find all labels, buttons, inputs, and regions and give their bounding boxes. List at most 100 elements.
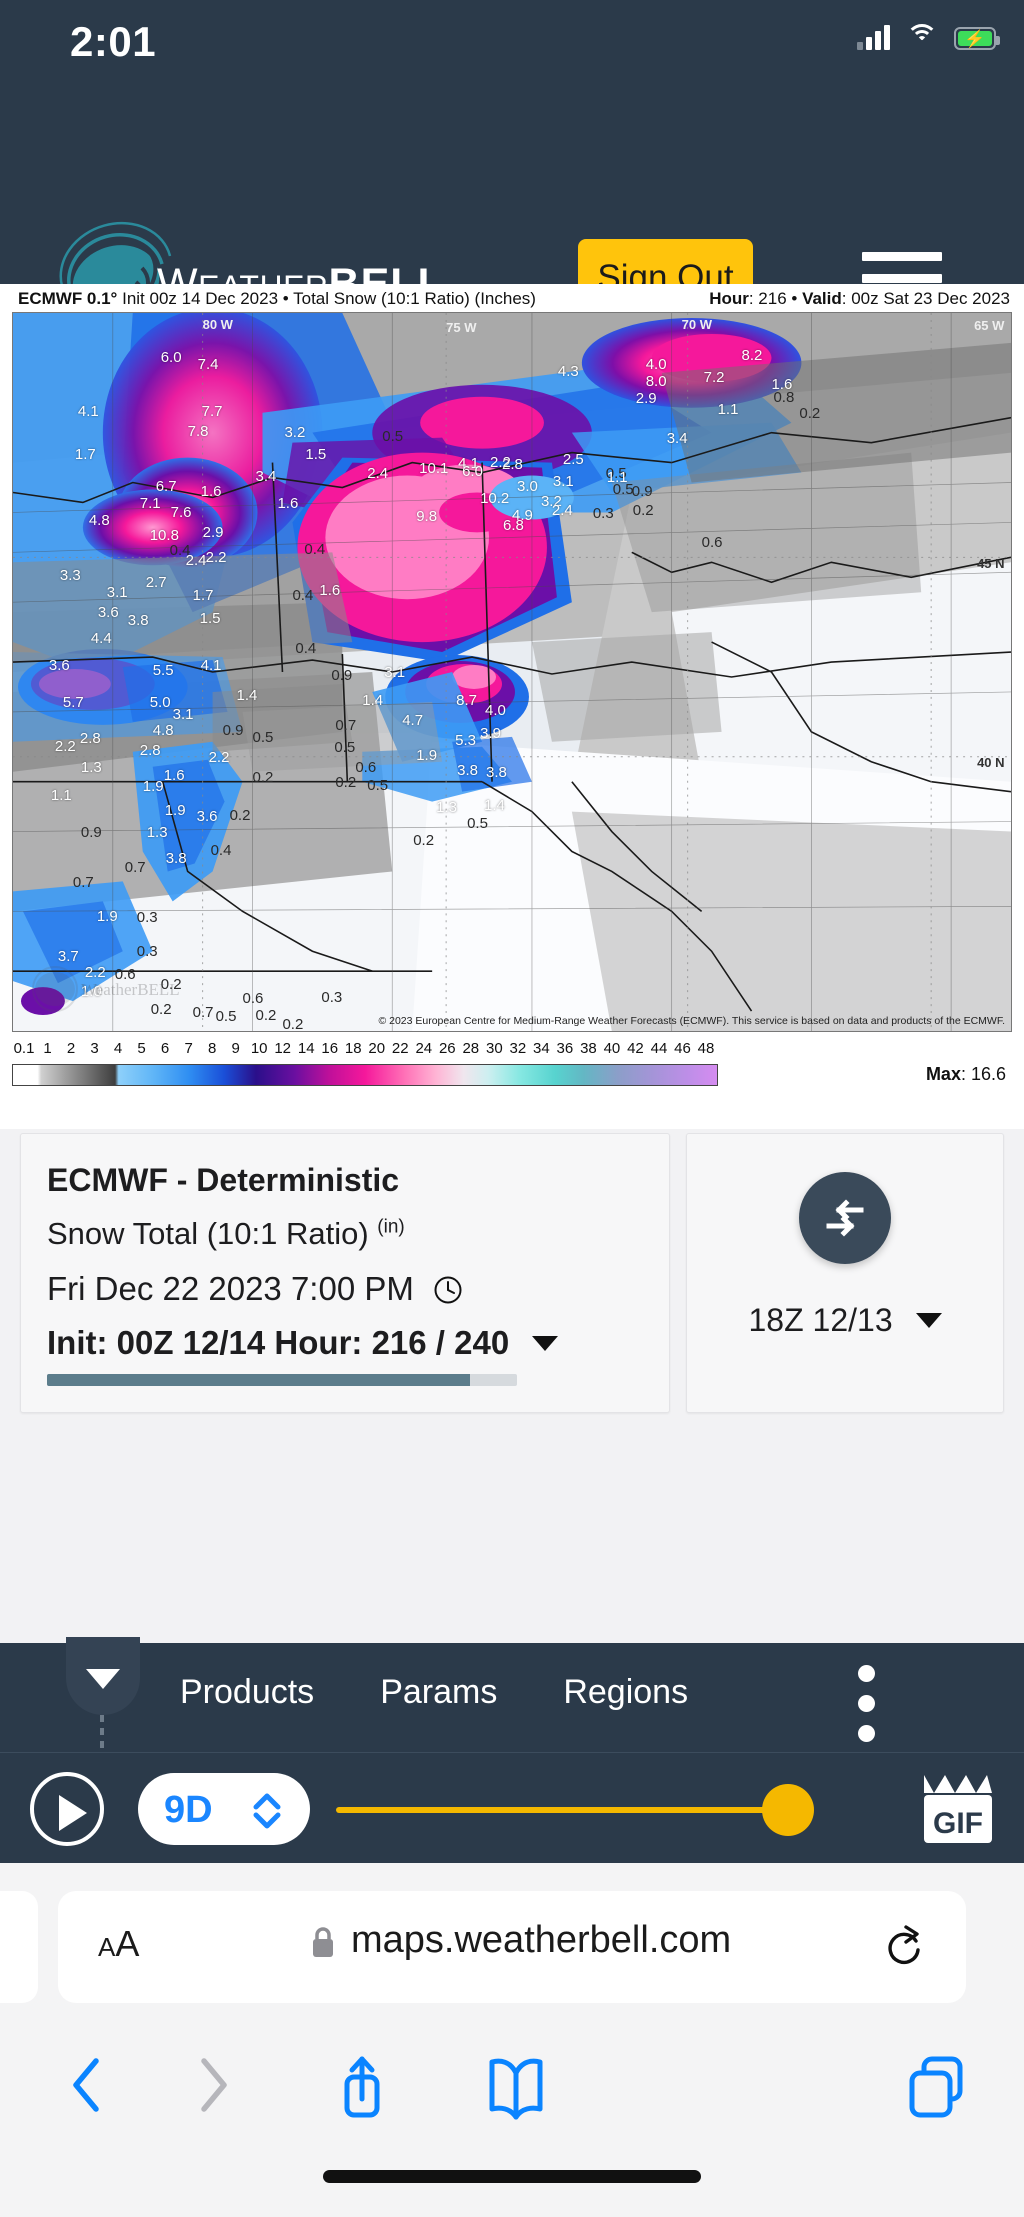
svg-text:WeatherBELL: WeatherBELL: [81, 980, 180, 999]
map-value-label: 0.4: [292, 587, 314, 605]
product-label: Snow Total (10:1 Ratio): [47, 1216, 378, 1251]
map-grid-label: 45 N: [977, 556, 1005, 572]
model-run-selector[interactable]: 18Z 12/13: [687, 1302, 1003, 1339]
reload-icon[interactable]: [882, 1921, 924, 1971]
colorbar-tick: 3: [90, 1040, 99, 1057]
frame-slider[interactable]: [336, 1784, 814, 1836]
frame-progress-bar[interactable]: [47, 1374, 517, 1386]
map-value-label: 1.4: [236, 686, 258, 704]
menu-item-products[interactable]: Products: [180, 1673, 314, 1712]
map-value-label: 6.0: [160, 348, 182, 366]
gif-export-button[interactable]: GIF: [918, 1771, 998, 1847]
init-hour-text: Init: 00Z 12/14 Hour: 216 / 240: [47, 1324, 510, 1361]
colorbar-tick: 12: [274, 1040, 292, 1057]
map-value-label: 1.9: [164, 801, 186, 819]
colorbar-tick: 2: [66, 1040, 76, 1057]
map-value-label: 7.8: [187, 422, 209, 440]
map-value-label: 1.9: [416, 746, 438, 764]
frame-slider-knob[interactable]: [762, 1784, 814, 1836]
map-value-label: 2.4: [185, 552, 207, 570]
valid-time-row[interactable]: Fri Dec 22 2023 7:00 PM: [47, 1270, 463, 1308]
map-value-label: 0.7: [335, 716, 357, 734]
map-value-label: 3.1: [106, 584, 128, 602]
ios-status-bar: 2:01 ⚡: [0, 0, 1024, 92]
tabs-icon[interactable]: [902, 2051, 972, 2123]
lock-icon: [313, 1927, 333, 1957]
map-value-label: 1.1: [717, 400, 739, 418]
map-value-label: 4.7: [402, 711, 424, 729]
clock-icon[interactable]: [433, 1275, 463, 1305]
map-max-value: Max: 16.6: [926, 1064, 1006, 1085]
menu-item-params[interactable]: Params: [380, 1673, 497, 1712]
colorbar-tick: 48: [697, 1040, 715, 1057]
map-value-label: 1.9: [142, 777, 164, 795]
colorbar-tick: 9: [231, 1040, 240, 1057]
map-value-label: 1.6: [277, 495, 299, 513]
swap-arrows-glyph: [826, 1199, 864, 1237]
map-caption-right: Hour: 216 • Valid: 00z Sat 23 Dec 2023: [709, 289, 1010, 309]
map-value-label: 0.2: [255, 1007, 277, 1025]
map-value-label: 3.2: [284, 423, 306, 441]
map-value-label: 8.7: [456, 691, 477, 709]
map-value-label: 1.1: [50, 786, 72, 804]
map-value-label: 1.3: [436, 798, 457, 816]
colorbar-tick: 14: [297, 1040, 315, 1057]
wifi-icon: [906, 24, 938, 50]
collapse-down-icon[interactable]: [66, 1637, 140, 1715]
previous-tab-peek[interactable]: [0, 1891, 38, 2003]
colorbar-tick: 0.1: [13, 1040, 35, 1057]
snow-total-map[interactable]: 6.0 7.4 4.3 8.2 4.0 8.0 7.2 4.1 7.7 2.9 7.8 3.2 1.1 0…: [12, 312, 1012, 1032]
map-model-label: ECMWF 0.1°: [18, 289, 118, 308]
map-value-label: 10.2: [480, 489, 510, 507]
map-value-label: 1.5: [199, 610, 221, 628]
status-time: 2:01: [70, 18, 157, 65]
map-value-label: 2.9: [202, 524, 224, 542]
collapse-handle-dashes: [100, 1715, 104, 1753]
map-value-label: 1.6: [200, 482, 222, 500]
map-value-label: 0.6: [701, 534, 723, 552]
max-label: Max: [925, 1064, 961, 1084]
map-value-label: 3.1: [552, 472, 574, 490]
forward-chevron-icon[interactable]: [182, 2051, 242, 2119]
stepper-updown-icon[interactable]: [250, 1791, 284, 1831]
map-value-label: 3.1: [172, 705, 194, 723]
text-size-button[interactable]: AA: [98, 1923, 139, 1965]
chevron-down-icon[interactable]: [532, 1336, 559, 1351]
map-value-label: 4.0: [485, 701, 506, 719]
map-value-label: 1.4: [484, 796, 505, 814]
map-value-label: 0.2: [229, 806, 251, 824]
map-value-label: 0.2: [335, 773, 357, 791]
share-icon[interactable]: [330, 2051, 394, 2123]
map-value-label: 0.3: [321, 989, 343, 1007]
map-value-label: 6.0: [462, 462, 483, 480]
map-value-label: 0.4: [210, 841, 232, 859]
chevron-down-icon[interactable]: [915, 1313, 942, 1328]
control-menu: Products Params Regions: [180, 1673, 688, 1712]
map-value-label: 3.4: [255, 467, 277, 485]
map-value-label: 5.3: [455, 731, 476, 749]
map-value-label: 1.7: [74, 445, 96, 463]
colorbar-tick: 38: [580, 1040, 597, 1057]
play-icon[interactable]: [30, 1772, 104, 1846]
map-value-label: 4.0: [645, 355, 667, 373]
battery-charging-icon: ⚡: [954, 27, 1000, 50]
weatherbell-watermark-icon: WeatherBELL: [32, 966, 180, 1012]
map-value-label: 1.5: [305, 445, 327, 463]
book-icon[interactable]: [482, 2051, 550, 2123]
compare-swap-icon[interactable]: [799, 1172, 891, 1264]
map-value-label: 0.3: [136, 909, 158, 927]
url-bar[interactable]: AA maps.weatherbell.com: [58, 1891, 966, 2003]
map-valid-label: Valid: [802, 289, 842, 308]
colorbar-tick: 6: [160, 1040, 170, 1057]
map-value-label: 7.6: [170, 504, 192, 522]
map-caption-left: ECMWF 0.1° Init 00z 14 Dec 2023 • Total …: [18, 289, 536, 309]
more-vertical-icon[interactable]: [858, 1665, 880, 1755]
colorbar-tick: 1: [43, 1040, 52, 1057]
init-hour-selector[interactable]: Init: 00Z 12/14 Hour: 216 / 240: [47, 1324, 559, 1362]
map-value-label: 5.0: [149, 693, 171, 711]
map-value-label: 0.7: [124, 859, 146, 877]
map-value-label: 4.8: [88, 512, 110, 530]
menu-item-regions[interactable]: Regions: [563, 1673, 688, 1712]
animation-speed-select[interactable]: 9D: [138, 1773, 310, 1845]
back-chevron-icon[interactable]: [58, 2051, 118, 2119]
